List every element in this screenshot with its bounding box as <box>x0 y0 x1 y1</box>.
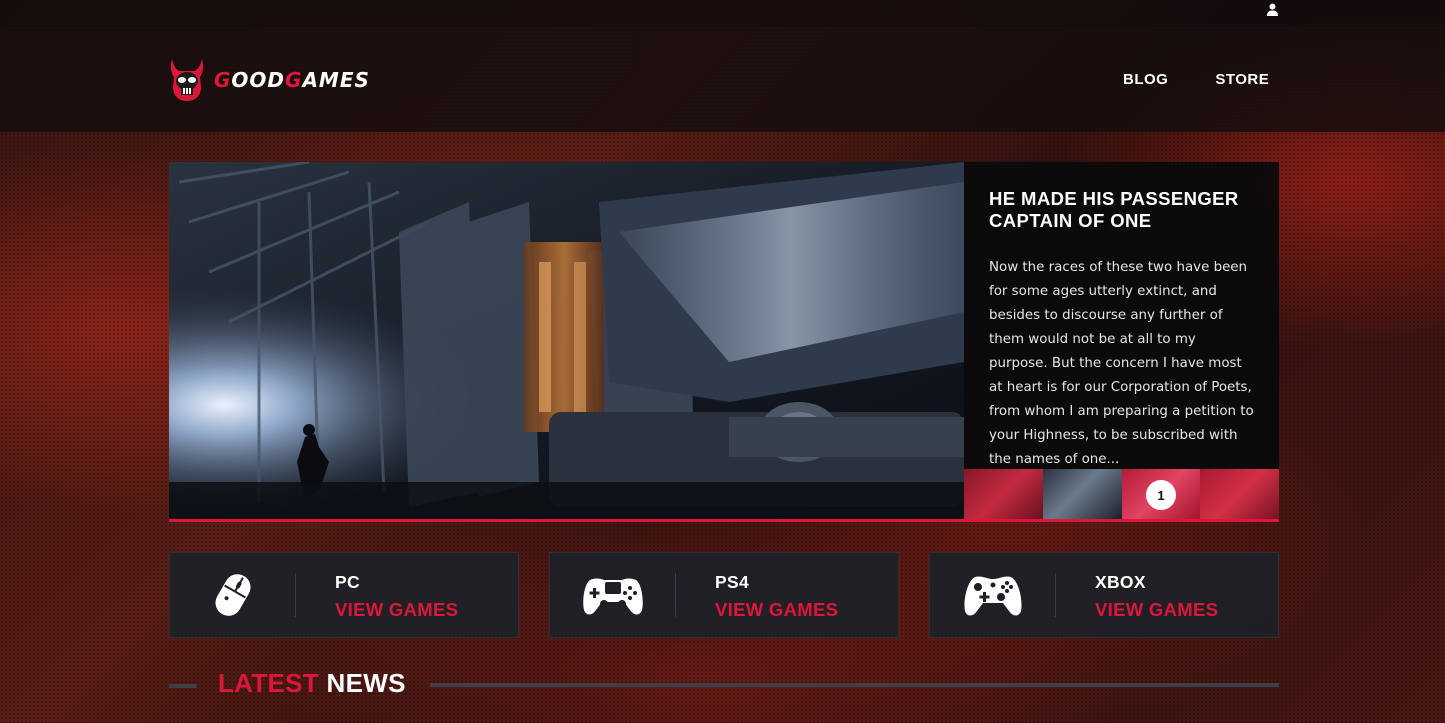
platform-icon-wrap <box>550 553 676 637</box>
logo-part: OOD <box>231 68 286 92</box>
site-logo[interactable]: GOODGAMES <box>168 57 370 103</box>
card-divider <box>295 573 296 617</box>
card-divider <box>675 573 676 617</box>
industrial-scene-image <box>169 162 964 519</box>
slider-thumb-active[interactable]: 1 <box>1122 469 1200 519</box>
heading-line-right <box>430 683 1279 687</box>
slider-thumb[interactable] <box>1200 469 1279 519</box>
main-navbar: GOODGAMES BLOG STORE <box>0 27 1445 132</box>
slider-thumb[interactable] <box>1043 469 1122 519</box>
platform-name: PC <box>335 572 360 592</box>
heading-accent-word: LATEST <box>218 668 319 698</box>
slider-thumbnails: 1 <box>964 469 1279 519</box>
card-divider <box>1055 573 1056 617</box>
heading-line-left <box>169 684 197 688</box>
xbox-gamepad-icon <box>964 576 1022 616</box>
mouse-icon <box>215 574 251 616</box>
logo-part: AMES <box>302 68 370 92</box>
heading-word: NEWS <box>326 668 406 698</box>
view-games-link[interactable]: VIEW GAMES <box>335 599 458 621</box>
logo-text: GOODGAMES <box>214 68 370 92</box>
featured-slider: HE MADE HIS PASSENGER CAPTAIN OF ONE Now… <box>169 162 1279 522</box>
view-games-link[interactable]: VIEW GAMES <box>1095 599 1218 621</box>
platform-card-pc[interactable]: PC VIEW GAMES <box>169 552 519 638</box>
slide-number-badge: 1 <box>1146 480 1176 510</box>
latest-news-heading: LATEST NEWS <box>218 668 406 699</box>
platform-card-ps4[interactable]: PS4 VIEW GAMES <box>549 552 899 638</box>
top-bar <box>0 0 1445 27</box>
platform-icon-wrap <box>170 553 296 637</box>
nav-link-store[interactable]: STORE <box>1215 71 1269 88</box>
logo-letter: G <box>214 68 232 92</box>
platform-card-xbox[interactable]: XBOX VIEW GAMES <box>929 552 1279 638</box>
nav-links: BLOG STORE <box>1123 71 1269 88</box>
skull-logo-icon <box>170 59 204 101</box>
platform-icon-wrap <box>930 553 1056 637</box>
latest-news-section: LATEST NEWS <box>169 668 1279 702</box>
ps4-gamepad-icon <box>583 578 643 615</box>
slide-info-panel: HE MADE HIS PASSENGER CAPTAIN OF ONE Now… <box>964 162 1279 469</box>
slide-title[interactable]: HE MADE HIS PASSENGER CAPTAIN OF ONE <box>989 188 1255 232</box>
platform-name: PS4 <box>715 572 749 592</box>
slide-image[interactable] <box>169 162 964 519</box>
user-icon[interactable] <box>1266 3 1279 16</box>
platform-name: XBOX <box>1095 572 1146 592</box>
slide-excerpt: Now the races of these two have been for… <box>989 260 1254 467</box>
slider-thumb[interactable] <box>964 469 1043 519</box>
logo-letter: G <box>285 68 303 92</box>
view-games-link[interactable]: VIEW GAMES <box>715 599 838 621</box>
nav-link-blog[interactable]: BLOG <box>1123 71 1168 88</box>
